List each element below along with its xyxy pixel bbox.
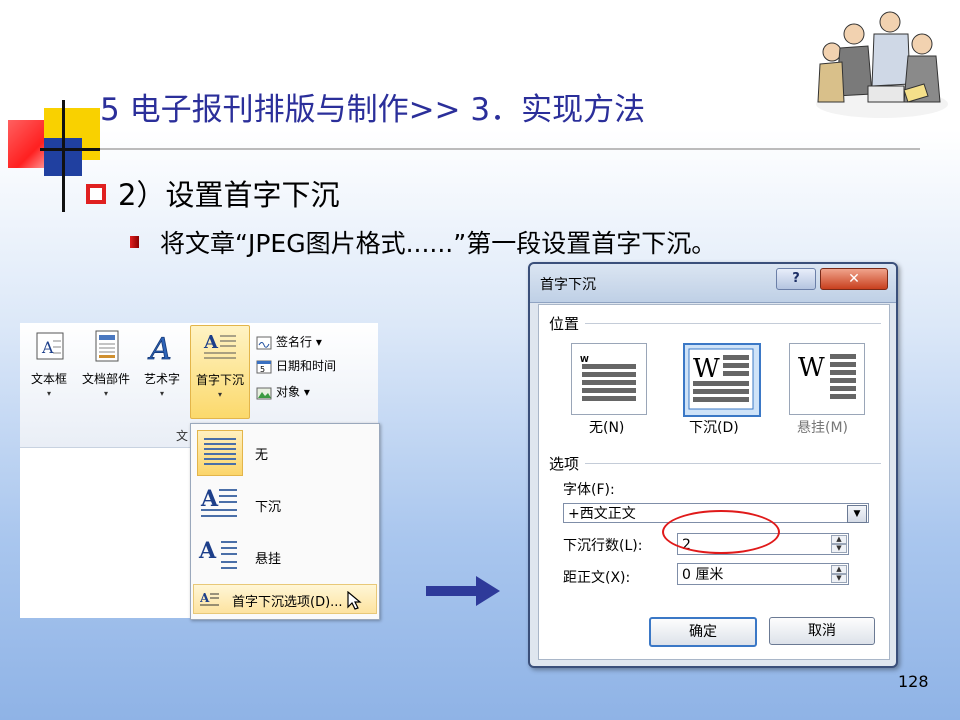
options-section-label: 选项 bbox=[549, 455, 580, 473]
dialog-title: 首字下沉 bbox=[540, 277, 596, 293]
font-label: 字体(F): bbox=[563, 482, 615, 498]
dialog-body: 位置 W W W 无(N) 下沉(D) 悬挂(M) 选项 字体(F): +西文正… bbox=[538, 304, 890, 660]
right-arrow-icon bbox=[426, 576, 500, 606]
document-parts-button[interactable]: 文档部件 ▾ bbox=[76, 329, 136, 398]
spin-down-icon[interactable]: ▼ bbox=[831, 544, 847, 553]
svg-text:W: W bbox=[798, 353, 825, 383]
document-parts-icon bbox=[95, 330, 119, 362]
position-section-label: 位置 bbox=[549, 315, 580, 333]
drop-cap-dropped-icon: A bbox=[200, 486, 237, 517]
chevron-down-icon: ▾ bbox=[159, 389, 164, 398]
drop-cap-label: 首字下沉 bbox=[195, 373, 244, 387]
title-divider bbox=[40, 148, 920, 150]
menu-item-in-margin-label: 悬挂 bbox=[255, 552, 282, 567]
spin-down-icon[interactable]: ▼ bbox=[831, 574, 847, 583]
menu-item-none-label: 无 bbox=[255, 448, 269, 463]
text-box-button[interactable]: A 文本框 ▾ bbox=[24, 329, 74, 398]
object-label: 对象 ▾ bbox=[276, 385, 310, 399]
menu-item-dropped-label: 下沉 bbox=[255, 500, 282, 515]
date-time-label: 日期和时间 bbox=[276, 359, 337, 373]
decor-vertical-line bbox=[62, 100, 65, 212]
position-dropped-icon: W bbox=[688, 348, 754, 410]
document-parts-label: 文档部件 bbox=[81, 372, 130, 386]
close-button[interactable]: ✕ bbox=[820, 268, 888, 290]
cancel-button[interactable]: 取消 bbox=[769, 617, 875, 645]
position-in-margin-label: 悬挂(M) bbox=[797, 420, 849, 436]
object-icon bbox=[256, 387, 272, 399]
options-divider bbox=[585, 463, 881, 464]
object-button[interactable]: 对象 ▾ bbox=[256, 383, 310, 400]
ribbon-screenshot: A 文本框 ▾ 文档部件 ▾ A 艺术字 ▾ A 首字下沉 ▾ 签名行 ▾ 5 … bbox=[20, 323, 380, 620]
position-none-option[interactable]: W bbox=[571, 343, 647, 415]
distance-spinner[interactable]: ▲ ▼ bbox=[831, 565, 847, 583]
drop-cap-options-menu-item[interactable]: A 首字下沉选项(D)... bbox=[193, 584, 377, 614]
chevron-down-icon: ▾ bbox=[217, 390, 222, 399]
lines-spinner[interactable]: ▲ ▼ bbox=[831, 535, 847, 553]
position-dropped-label: 下沉(D) bbox=[689, 420, 739, 436]
menu-item-none[interactable]: 无 bbox=[195, 428, 373, 476]
dialog-title-bar: 首字下沉 ? ✕ bbox=[530, 264, 896, 303]
position-in-margin-icon: W bbox=[798, 353, 856, 399]
bullet-square-icon bbox=[86, 184, 106, 204]
svg-text:A: A bbox=[203, 332, 219, 353]
drop-cap-menu: 无 A 下沉 A 悬挂 A 首字下沉选项(D)... bbox=[190, 423, 380, 620]
drop-cap-dialog: 首字下沉 ? ✕ 位置 W W W 无(N) 下沉(D) 悬挂(M) 选项 字体… bbox=[528, 262, 898, 668]
wordart-icon: A bbox=[147, 332, 172, 368]
font-select-value: +西文正文 bbox=[568, 506, 636, 522]
highlight-ellipse bbox=[662, 510, 780, 554]
signature-line-button[interactable]: 签名行 ▾ bbox=[256, 333, 322, 350]
wordart-label: 艺术字 bbox=[143, 372, 180, 386]
svg-text:A: A bbox=[147, 332, 172, 363]
drop-cap-options-label: 首字下沉选项(D)... bbox=[232, 595, 343, 610]
date-time-button[interactable]: 5 日期和时间 bbox=[256, 357, 336, 374]
svg-text:5: 5 bbox=[260, 365, 265, 374]
date-time-icon: 5 bbox=[256, 360, 272, 374]
menu-item-in-margin[interactable]: A 悬挂 bbox=[195, 532, 373, 580]
business-people-illustration bbox=[816, 11, 948, 118]
bullet-small-icon bbox=[130, 236, 139, 248]
text-box-label: 文本框 bbox=[30, 372, 67, 386]
position-dropped-option[interactable]: W bbox=[683, 343, 761, 417]
spin-up-icon[interactable]: ▲ bbox=[831, 535, 847, 544]
chevron-down-icon[interactable]: ▼ bbox=[847, 505, 867, 523]
ok-button[interactable]: 确定 bbox=[649, 617, 757, 647]
drop-cap-button[interactable]: A 首字下沉 ▾ bbox=[190, 325, 250, 419]
page-number: 128 bbox=[898, 672, 929, 691]
position-divider bbox=[585, 323, 881, 324]
position-none-icon: W bbox=[580, 355, 636, 401]
position-none-label: 无(N) bbox=[589, 420, 625, 436]
svg-text:W: W bbox=[693, 354, 720, 384]
spin-up-icon[interactable]: ▲ bbox=[831, 565, 847, 574]
title-divider-accent bbox=[40, 148, 100, 151]
drop-cap-icon: A bbox=[203, 332, 236, 359]
distance-from-text-label: 距正文(X): bbox=[563, 570, 631, 586]
mouse-cursor-icon bbox=[347, 591, 362, 610]
menu-item-dropped[interactable]: A 下沉 bbox=[195, 480, 373, 528]
drop-cap-margin-icon: A bbox=[198, 538, 237, 569]
svg-text:A: A bbox=[41, 338, 54, 357]
help-button[interactable]: ? bbox=[776, 268, 816, 290]
drop-cap-none-icon bbox=[197, 430, 243, 476]
svg-text:A: A bbox=[200, 486, 219, 512]
distance-from-text-input[interactable]: 0 厘米 ▲ ▼ bbox=[677, 563, 849, 585]
ribbon-group-label: 文 bbox=[176, 429, 189, 443]
svg-text:W: W bbox=[580, 355, 589, 364]
position-in-margin-option[interactable]: W bbox=[789, 343, 865, 415]
chevron-down-icon: ▾ bbox=[46, 389, 51, 398]
text-box-icon: A bbox=[36, 332, 64, 360]
drop-cap-options-icon: A bbox=[200, 591, 219, 606]
section-heading: 2）设置首字下沉 bbox=[118, 178, 340, 212]
distance-from-text-value: 0 厘米 bbox=[682, 567, 724, 583]
wordart-button[interactable]: A 艺术字 ▾ bbox=[138, 329, 186, 398]
lines-to-drop-label: 下沉行数(L): bbox=[563, 538, 643, 554]
signature-line-label: 签名行 ▾ bbox=[276, 335, 322, 349]
slide-title: 5 电子报刊排版与制作>> 3．实现方法 bbox=[100, 92, 646, 128]
svg-text:A: A bbox=[198, 538, 217, 564]
instruction-text: 将文章“JPEG图片格式......”第一段设置首字下沉。 bbox=[160, 229, 717, 258]
svg-text:A: A bbox=[200, 591, 210, 605]
signature-line-icon bbox=[256, 336, 272, 349]
chevron-down-icon: ▾ bbox=[103, 389, 108, 398]
